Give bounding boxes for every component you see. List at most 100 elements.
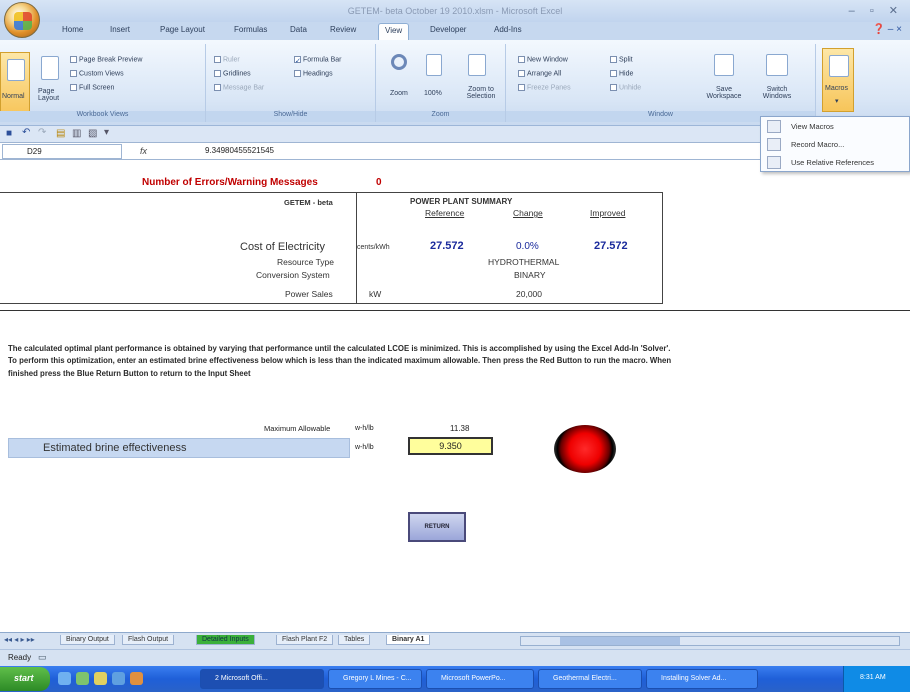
help-icon[interactable]: ❓ – × xyxy=(873,24,902,35)
quicklaunch-icon[interactable] xyxy=(94,672,107,685)
redo-icon[interactable]: ↷ xyxy=(38,127,46,138)
page-break-label: Page Break Preview xyxy=(79,56,143,64)
clock[interactable]: 8:31 AM xyxy=(860,674,886,681)
tab-page-layout[interactable]: Page Layout xyxy=(160,25,205,34)
undo-icon[interactable]: ↶ xyxy=(22,127,30,138)
page-layout-button[interactable]: Page Layout xyxy=(34,52,66,116)
summary-title: POWER PLANT SUMMARY xyxy=(410,197,513,206)
sheet-tab-detailed-inputs[interactable]: Detailed Inputs xyxy=(196,635,255,645)
sheet-tab-binary-a1[interactable]: Binary A1 xyxy=(386,635,431,645)
run-macro-red-button[interactable] xyxy=(554,425,616,473)
gridlines-checkbox[interactable]: Gridlines xyxy=(214,70,251,77)
scrollbar-thumb[interactable] xyxy=(560,637,680,645)
window-title: GETEM- beta October 19 2010.xlsm - Micro… xyxy=(347,6,563,16)
quicklaunch-icon[interactable] xyxy=(76,672,89,685)
relative-references-label: Use Relative References xyxy=(791,158,874,167)
page-layout-icon xyxy=(41,56,59,80)
task-button-gregory[interactable]: Gregory L Mines - C... xyxy=(328,669,422,689)
tab-data[interactable]: Data xyxy=(290,25,307,34)
formula-bar-checkbox[interactable]: ✓ Formula Bar xyxy=(294,56,342,65)
conversion-system-label: Conversion System xyxy=(256,270,330,280)
freeze-panes-button[interactable]: Freeze Panes xyxy=(518,84,571,91)
sheet-tab-binary-output[interactable]: Binary Output xyxy=(60,635,115,645)
save-workspace-button[interactable]: Save Workspace xyxy=(702,50,746,108)
switch-windows-label: Switch Windows xyxy=(762,86,792,100)
message-bar-checkbox[interactable]: Message Bar xyxy=(214,84,264,91)
menu-item-view-macros[interactable]: View Macros xyxy=(765,118,907,135)
custom-views-button[interactable]: Custom Views xyxy=(70,70,124,77)
view-macros-icon xyxy=(767,120,781,133)
sheet-tab-flash-plant-f2[interactable]: Flash Plant F2 xyxy=(276,635,334,645)
tab-add-ins[interactable]: Add-Ins xyxy=(494,25,522,34)
conversion-system-value: BINARY xyxy=(514,270,546,280)
separator-line xyxy=(0,310,910,311)
office-button[interactable] xyxy=(4,2,40,38)
task-button-geothermal[interactable]: Geothermal Electri... xyxy=(538,669,642,689)
task-button-powerpoint[interactable]: Microsoft PowerPo... xyxy=(426,669,534,689)
macros-button[interactable]: Macros ▾ xyxy=(822,48,854,112)
arrange-all-button[interactable]: Arrange All xyxy=(518,70,561,77)
zoom-selection-button[interactable]: Zoom to Selection xyxy=(456,50,500,108)
coe-change-value: 0.0% xyxy=(516,241,539,252)
page-break-preview-button[interactable]: Page Break Preview xyxy=(70,56,142,63)
gridlines-label: Gridlines xyxy=(223,70,251,78)
start-button[interactable]: start xyxy=(0,667,50,691)
sheet-tab-flash-output[interactable]: Flash Output xyxy=(122,635,175,645)
tab-home[interactable]: Home xyxy=(62,25,83,34)
return-button[interactable]: RETURN xyxy=(408,512,466,542)
quicklaunch-icon[interactable] xyxy=(112,672,125,685)
view-macros-label: View Macros xyxy=(791,122,834,131)
menu-item-record-macro[interactable]: Record Macro... xyxy=(765,136,907,153)
insert-function-icon[interactable]: fx xyxy=(140,146,147,156)
coe-improved-value: 27.572 xyxy=(594,240,628,252)
brine-effectiveness-row: Estimated brine effectiveness xyxy=(8,438,350,458)
sheet-nav-arrows-icon[interactable]: ◂◂ ◂ ▸ ▸▸ xyxy=(4,635,35,644)
zoom-100-button[interactable]: 100% xyxy=(420,50,450,108)
status-text: Ready xyxy=(8,653,32,662)
quicklaunch-icon[interactable] xyxy=(130,672,143,685)
customize-icon[interactable]: ▾ xyxy=(104,127,109,138)
sheet-tab-tables[interactable]: Tables xyxy=(338,635,371,645)
split-button[interactable]: Split xyxy=(610,56,633,63)
task-button-office[interactable]: 2 Microsoft Offi... xyxy=(200,669,324,689)
group-zoom: Zoom 100% Zoom to Selection Zoom xyxy=(376,44,506,122)
coe-reference-value: 27.572 xyxy=(430,240,464,252)
group-window: New Window Arrange All Freeze Panes Spli… xyxy=(506,44,816,122)
name-box[interactable]: D29 xyxy=(2,144,122,159)
max-allowable-unit: w-h/lb xyxy=(355,425,374,432)
new-window-button[interactable]: New Window xyxy=(518,56,568,63)
preview-icon[interactable]: ▧ xyxy=(88,128,97,139)
tab-review[interactable]: Review xyxy=(330,25,356,34)
tab-developer[interactable]: Developer xyxy=(430,25,466,34)
freeze-panes-label: Freeze Panes xyxy=(527,84,571,92)
save-icon[interactable]: ■ xyxy=(6,128,12,139)
formula-input[interactable]: 9.34980455521545 xyxy=(205,146,274,155)
print-icon[interactable]: ▥ xyxy=(72,128,81,139)
unhide-button[interactable]: Unhide xyxy=(610,84,641,91)
headings-checkbox[interactable]: Headings xyxy=(294,70,333,77)
instructions-paragraph: The calculated optimal plant performance… xyxy=(8,344,672,378)
brine-effectiveness-input[interactable]: 9.350 xyxy=(408,437,493,455)
tab-view[interactable]: View xyxy=(378,23,410,40)
macro-record-icon[interactable]: ▭ xyxy=(38,652,47,663)
quicklaunch-icon[interactable] xyxy=(58,672,71,685)
coe-unit: cents/kWh xyxy=(357,244,390,251)
power-sales-label: Power Sales xyxy=(285,289,333,299)
normal-view-button[interactable]: Normal xyxy=(0,52,30,116)
windows-taskbar: start 2 Microsoft Offi... Gregory L Mine… xyxy=(0,666,910,692)
window-controls[interactable]: – ▫ ✕ xyxy=(849,4,904,17)
open-icon[interactable]: ▤ xyxy=(56,128,65,139)
ruler-checkbox[interactable]: Ruler xyxy=(214,56,240,63)
task-button-solver[interactable]: Installing Solver Ad... xyxy=(646,669,758,689)
switch-windows-button[interactable]: Switch Windows xyxy=(752,50,802,108)
hide-button[interactable]: Hide xyxy=(610,70,633,77)
group-show-hide: Ruler Gridlines Message Bar ✓ Formula Bar… xyxy=(206,44,376,122)
group-label: Zoom xyxy=(376,111,505,122)
system-tray: 8:31 AM xyxy=(843,666,910,692)
full-screen-button[interactable]: Full Screen xyxy=(70,84,114,91)
menu-item-relative-references[interactable]: Use Relative References xyxy=(765,154,907,171)
record-macro-icon xyxy=(767,138,781,151)
tab-formulas[interactable]: Formulas xyxy=(234,25,267,34)
tab-insert[interactable]: Insert xyxy=(110,25,130,34)
zoom-button[interactable]: Zoom xyxy=(384,50,416,108)
